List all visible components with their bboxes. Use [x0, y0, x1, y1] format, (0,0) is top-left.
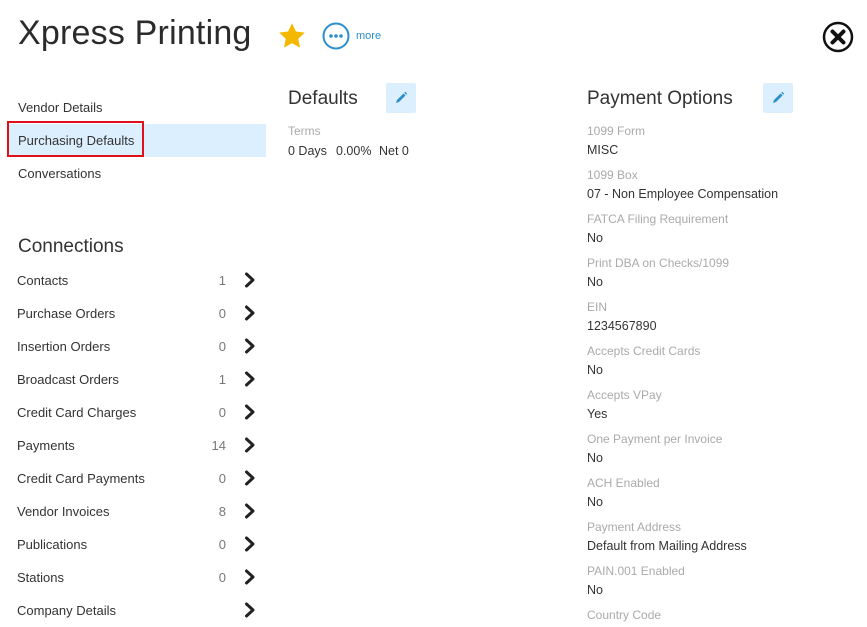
connection-label: Payments — [17, 438, 75, 453]
accepts-vpay-label: Accepts VPay — [587, 388, 662, 402]
connections-heading: Connections — [18, 236, 124, 257]
terms-days: 0 Days — [288, 144, 327, 158]
chevron-right-icon[interactable] — [244, 338, 256, 354]
connection-row-credit-card-payments[interactable]: Credit Card Payments 0 — [17, 468, 262, 490]
ein-label: EIN — [587, 300, 608, 314]
payment-address-label: Payment Address — [587, 520, 682, 534]
nav-item-vendor-details[interactable]: Vendor Details — [18, 100, 103, 115]
connection-label: Broadcast Orders — [17, 372, 119, 387]
connection-row-purchase-orders[interactable]: Purchase Orders 0 — [17, 303, 262, 325]
edit-payment-options-button[interactable] — [763, 83, 793, 113]
connection-row-contacts[interactable]: Contacts 1 — [17, 270, 262, 292]
connection-count: 0 — [218, 537, 226, 552]
connection-label: Company Details — [17, 603, 116, 618]
1099-form-value: MISC — [587, 143, 619, 157]
connection-row-company-details[interactable]: Company Details — [17, 600, 262, 622]
close-icon[interactable] — [822, 21, 854, 53]
chevron-right-icon[interactable] — [244, 371, 256, 387]
pencil-icon — [773, 91, 785, 103]
connection-count: 0 — [218, 570, 226, 585]
connection-row-publications[interactable]: Publications 0 — [17, 534, 262, 556]
connection-row-payments[interactable]: Payments 14 — [17, 435, 262, 457]
connection-row-credit-card-charges[interactable]: Credit Card Charges 0 — [17, 402, 262, 424]
ach-enabled-value: No — [587, 495, 603, 509]
edit-defaults-button[interactable] — [386, 83, 416, 113]
one-payment-per-invoice-value: No — [587, 451, 603, 465]
connection-row-stations[interactable]: Stations 0 — [17, 567, 262, 589]
terms-net: Net 0 — [379, 144, 409, 158]
chevron-right-icon[interactable] — [244, 305, 256, 321]
one-payment-per-invoice-label: One Payment per Invoice — [587, 432, 723, 446]
terms-percent: 0.00% — [336, 144, 372, 158]
accepts-vpay-value: Yes — [587, 407, 608, 421]
ein-value: 1234567890 — [587, 319, 657, 333]
connection-count: 0 — [218, 339, 226, 354]
connection-label: Publications — [17, 537, 88, 552]
1099-form-label: 1099 Form — [587, 124, 646, 138]
connection-count: 8 — [218, 504, 226, 519]
country-code-label: Country Code — [587, 608, 662, 622]
payment-address-value: Default from Mailing Address — [587, 539, 747, 553]
ach-enabled-label: ACH Enabled — [587, 476, 660, 490]
connection-label: Purchase Orders — [17, 306, 116, 321]
chevron-right-icon[interactable] — [244, 470, 256, 486]
chevron-right-icon[interactable] — [244, 272, 256, 288]
connection-count: 1 — [218, 273, 226, 288]
nav-selection-highlight — [7, 121, 144, 157]
terms-label: Terms — [288, 124, 321, 138]
connection-label: Vendor Invoices — [17, 504, 110, 519]
more-link[interactable]: more — [356, 30, 381, 42]
connection-label: Credit Card Payments — [17, 471, 145, 486]
chevron-right-icon[interactable] — [244, 437, 256, 453]
page-title: Xpress Printing — [18, 14, 252, 52]
1099-box-value: 07 - Non Employee Compensation — [587, 187, 779, 201]
print-dba-on-checks-1099-label: Print DBA on Checks/1099 — [587, 256, 730, 270]
connection-row-insertion-orders[interactable]: Insertion Orders 0 — [17, 336, 262, 358]
accepts-credit-cards-value: No — [587, 363, 603, 377]
fatca-filing-requirement-label: FATCA Filing Requirement — [587, 212, 729, 226]
connection-count: 0 — [218, 306, 226, 321]
connection-count: 14 — [211, 438, 226, 453]
connection-row-vendor-invoices[interactable]: Vendor Invoices 8 — [17, 501, 262, 523]
favorite-star-icon[interactable] — [277, 21, 307, 51]
connection-label: Insertion Orders — [17, 339, 111, 354]
chevron-right-icon[interactable] — [244, 602, 256, 618]
print-dba-on-checks-1099-value: No — [587, 275, 603, 289]
connection-count: 0 — [218, 471, 226, 486]
connection-count: 1 — [218, 372, 226, 387]
nav-item-conversations[interactable]: Conversations — [18, 166, 101, 181]
connection-label: Credit Card Charges — [17, 405, 137, 420]
more-options-icon[interactable] — [322, 22, 350, 50]
payment-options-heading: Payment Options — [587, 88, 733, 109]
1099-box-label: 1099 Box — [587, 168, 638, 182]
chevron-right-icon[interactable] — [244, 503, 256, 519]
connection-label: Stations — [17, 570, 64, 585]
connection-label: Contacts — [17, 273, 69, 288]
connection-count: 0 — [218, 405, 226, 420]
accepts-credit-cards-label: Accepts Credit Cards — [587, 344, 701, 358]
fatca-filing-requirement-value: No — [587, 231, 603, 245]
pain-001-enabled-value: No — [587, 583, 603, 597]
pencil-icon — [396, 91, 408, 103]
chevron-right-icon[interactable] — [244, 536, 256, 552]
pain-001-enabled-label: PAIN.001 Enabled — [587, 564, 685, 578]
chevron-right-icon[interactable] — [244, 569, 256, 585]
chevron-right-icon[interactable] — [244, 404, 256, 420]
defaults-heading: Defaults — [288, 88, 358, 109]
connection-row-broadcast-orders[interactable]: Broadcast Orders 1 — [17, 369, 262, 391]
